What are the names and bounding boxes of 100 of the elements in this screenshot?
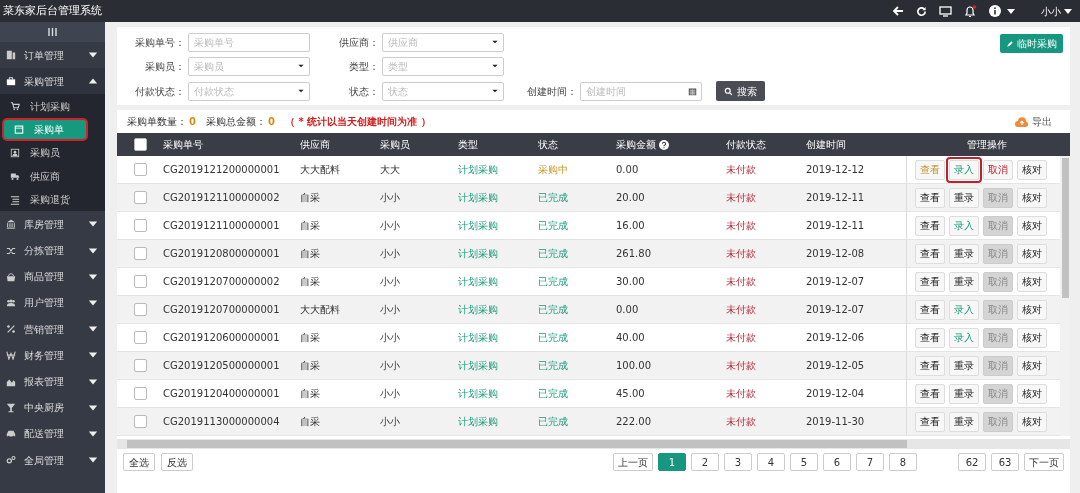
row-checkbox[interactable]	[133, 275, 147, 288]
action-button[interactable]: 重录	[949, 355, 979, 376]
page-button[interactable]: 5	[790, 453, 818, 471]
vertical-scrollbar[interactable]	[1060, 156, 1070, 436]
action-button[interactable]: 查看	[915, 299, 945, 320]
select-field[interactable]: 供应商	[382, 33, 504, 52]
order-number: CG2019120700000002	[163, 276, 280, 287]
action-button[interactable]: 录入	[949, 159, 979, 180]
action-button[interactable]: 查看	[915, 271, 945, 292]
action-button[interactable]: 核对	[1017, 215, 1047, 236]
shuffle-icon	[6, 245, 16, 256]
horizontal-scrollbar[interactable]	[117, 439, 1070, 449]
monitor-icon[interactable]	[939, 5, 952, 17]
row-checkbox[interactable]	[133, 163, 147, 176]
buyer-cell: 小小	[380, 332, 400, 343]
action-button[interactable]: 查看	[915, 243, 945, 264]
row-checkbox[interactable]	[133, 359, 147, 372]
sidebar-subitem[interactable]: 采购员	[0, 141, 105, 165]
action-button[interactable]: 录入	[949, 327, 979, 348]
date-cell: 2019-12-11	[806, 192, 865, 203]
action-button[interactable]: 核对	[1017, 411, 1047, 432]
currency-icon	[6, 350, 16, 361]
action-button[interactable]: 查看	[915, 411, 945, 432]
field-label: 采购员：	[144, 60, 185, 74]
field-label: 采购单号：	[134, 36, 185, 50]
sidebar-toggle-bar[interactable]	[0, 22, 105, 42]
caret-icon	[491, 62, 499, 70]
action-button[interactable]: 核对	[1017, 159, 1047, 180]
refresh-icon[interactable]	[916, 5, 927, 17]
caret-icon[interactable]	[1007, 8, 1015, 14]
page-button[interactable]: 1	[658, 453, 686, 471]
page-button[interactable]: 7	[856, 453, 884, 471]
person-icon	[10, 147, 20, 158]
export-link[interactable]: 导出	[1032, 114, 1052, 129]
page-button[interactable]: 63	[991, 453, 1019, 471]
page-button[interactable]: 6	[823, 453, 851, 471]
search-button[interactable]: 搜索	[716, 81, 765, 101]
status-cell: 已完成	[538, 276, 568, 287]
caret-icon[interactable]	[1064, 8, 1072, 14]
calendar-icon	[688, 86, 697, 96]
help-icon	[659, 139, 669, 150]
select-all-checkbox[interactable]	[133, 138, 147, 151]
sidebar-subitem[interactable]: 供应商	[0, 164, 105, 188]
scrollbar-thumb[interactable]	[1061, 158, 1069, 298]
page-button[interactable]: 8	[889, 453, 917, 471]
action-button[interactable]: 查看	[915, 187, 945, 208]
action-button[interactable]: 查看	[915, 383, 945, 404]
action-button[interactable]: 核对	[1017, 299, 1047, 320]
page-button[interactable]: 上一页	[613, 453, 653, 471]
back-arrow-icon[interactable]	[892, 5, 904, 17]
status-cell: 已完成	[538, 360, 568, 371]
action-button[interactable]: 重录	[949, 411, 979, 432]
temp-purchase-button[interactable]: 临时采购	[1000, 34, 1063, 53]
sidebar-subitem[interactable]: 采购退货	[0, 187, 105, 212]
row-checkbox[interactable]	[133, 415, 147, 428]
select-field[interactable]: 采购员	[188, 57, 310, 76]
scrollbar-thumb[interactable]	[127, 440, 907, 448]
payment-status-cell: 未付款	[726, 164, 756, 175]
bulk-select-button[interactable]: 反选	[161, 453, 193, 471]
action-button[interactable]: 查看	[915, 327, 945, 348]
status-cell: 已完成	[538, 304, 568, 315]
action-button[interactable]: 核对	[1017, 243, 1047, 264]
info-icon[interactable]	[989, 5, 1001, 17]
user-name[interactable]: 小小	[1041, 3, 1061, 19]
page-button[interactable]: 下一页	[1024, 453, 1064, 471]
page-button[interactable]: 62	[958, 453, 986, 471]
page-button[interactable]: 2	[691, 453, 719, 471]
row-checkbox[interactable]	[133, 219, 147, 232]
action-button[interactable]: 核对	[1017, 271, 1047, 292]
page-button[interactable]: 3	[724, 453, 752, 471]
action-button[interactable]: 取消	[983, 159, 1013, 180]
action-button[interactable]: 重录	[949, 383, 979, 404]
row-checkbox[interactable]	[133, 303, 147, 316]
action-button[interactable]: 核对	[1017, 327, 1047, 348]
amount-cell: 261.80	[616, 248, 651, 259]
bell-icon[interactable]	[964, 4, 977, 18]
action-button[interactable]: 重录	[949, 271, 979, 292]
action-button[interactable]: 重录	[949, 187, 979, 208]
action-button[interactable]: 查看	[915, 355, 945, 376]
cloud-upload-icon[interactable]	[1015, 116, 1029, 127]
sidebar-subitem[interactable]: 计划采购	[0, 94, 105, 118]
sidebar-menu-item[interactable]: 采购管理	[0, 68, 105, 95]
action-button[interactable]: 重录	[949, 243, 979, 264]
action-button[interactable]: 录入	[949, 215, 979, 236]
action-button[interactable]: 核对	[1017, 355, 1047, 376]
row-checkbox[interactable]	[133, 331, 147, 344]
row-checkbox[interactable]	[133, 247, 147, 260]
action-button[interactable]: 核对	[1017, 187, 1047, 208]
date-cell: 2019-12-11	[806, 220, 865, 231]
action-button[interactable]: 查看	[915, 215, 945, 236]
row-checkbox[interactable]	[133, 191, 147, 204]
action-button[interactable]: 录入	[949, 299, 979, 320]
row-checkbox[interactable]	[133, 387, 147, 400]
page-button[interactable]: 4	[757, 453, 785, 471]
action-button[interactable]: 核对	[1017, 383, 1047, 404]
amount-cell: 30.00	[616, 276, 645, 287]
select-field[interactable]: 状态	[382, 81, 504, 101]
sidebar-subitem[interactable]: 采购单	[2, 117, 88, 142]
menu-icon[interactable]	[48, 28, 57, 36]
bulk-select-button[interactable]: 全选	[123, 453, 155, 471]
